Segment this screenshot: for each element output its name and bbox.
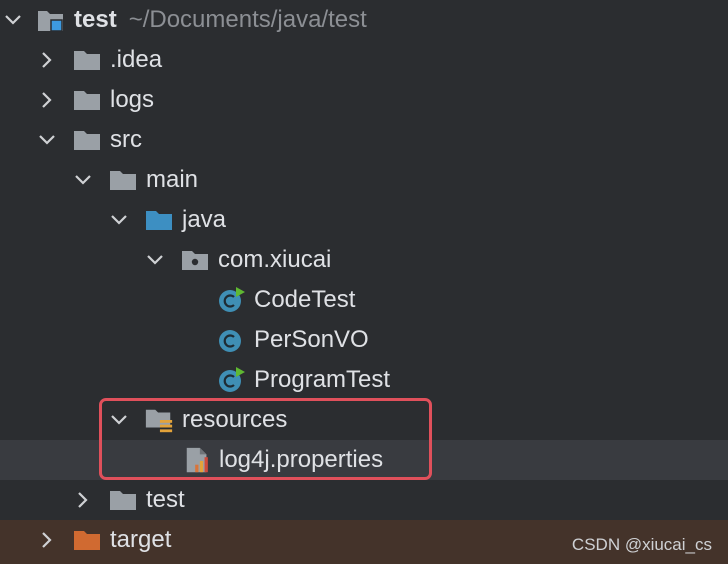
folder-label-idea: .idea <box>110 46 163 73</box>
tree-row-idea[interactable]: .idea <box>0 40 728 80</box>
excluded-folder-icon <box>72 526 102 554</box>
tree-row-class-codetest[interactable]: CodeTest <box>0 280 728 320</box>
project-title: test ~/Documents/java/test <box>74 6 367 34</box>
chevron-right-icon[interactable] <box>35 88 59 112</box>
folder-icon <box>108 166 138 194</box>
chevron-right-icon[interactable] <box>71 488 95 512</box>
tree-row-test[interactable]: test <box>0 480 728 520</box>
project-tree: test ~/Documents/java/test .idea logs src <box>0 0 728 564</box>
folder-icon <box>72 46 102 74</box>
package-label: com.xiucai <box>218 246 332 273</box>
folder-label-test: test <box>146 486 185 513</box>
annotation-highlight-box <box>99 398 432 480</box>
folder-label-src: src <box>110 126 142 153</box>
class-icon <box>216 326 246 354</box>
chevron-down-icon[interactable] <box>143 248 167 272</box>
folder-icon <box>72 86 102 114</box>
class-label-personvo: PerSonVO <box>254 326 369 353</box>
tree-row-main[interactable]: main <box>0 160 728 200</box>
runnable-class-icon <box>216 366 246 394</box>
chevron-down-icon[interactable] <box>71 168 95 192</box>
folder-label-target: target <box>110 526 172 553</box>
folder-icon <box>108 486 138 514</box>
project-module-icon <box>36 6 66 34</box>
tree-row-src[interactable]: src <box>0 120 728 160</box>
project-name: test <box>74 6 117 33</box>
project-path: ~/Documents/java/test <box>128 6 367 33</box>
package-icon <box>180 246 210 274</box>
chevron-down-icon[interactable] <box>35 128 59 152</box>
folder-icon <box>72 126 102 154</box>
tree-row-package[interactable]: com.xiucai <box>0 240 728 280</box>
source-folder-icon <box>144 206 174 234</box>
folder-label-java: java <box>182 206 227 233</box>
folder-label-main: main <box>146 166 199 193</box>
folder-label-logs: logs <box>110 86 155 113</box>
chevron-down-icon[interactable] <box>107 208 131 232</box>
chevron-right-icon[interactable] <box>35 528 59 552</box>
tree-row-logs[interactable]: logs <box>0 80 728 120</box>
tree-row-java[interactable]: java <box>0 200 728 240</box>
tree-row-class-personvo[interactable]: PerSonVO <box>0 320 728 360</box>
chevron-down-icon[interactable] <box>1 8 25 32</box>
watermark-text: CSDN @xiucai_cs <box>571 535 712 554</box>
class-label-codetest: CodeTest <box>254 286 356 313</box>
tree-row-class-programtest[interactable]: ProgramTest <box>0 360 728 400</box>
runnable-class-icon <box>216 286 246 314</box>
class-label-programtest: ProgramTest <box>254 366 391 393</box>
chevron-right-icon[interactable] <box>35 48 59 72</box>
tree-row-project-root[interactable]: test ~/Documents/java/test <box>0 0 728 40</box>
